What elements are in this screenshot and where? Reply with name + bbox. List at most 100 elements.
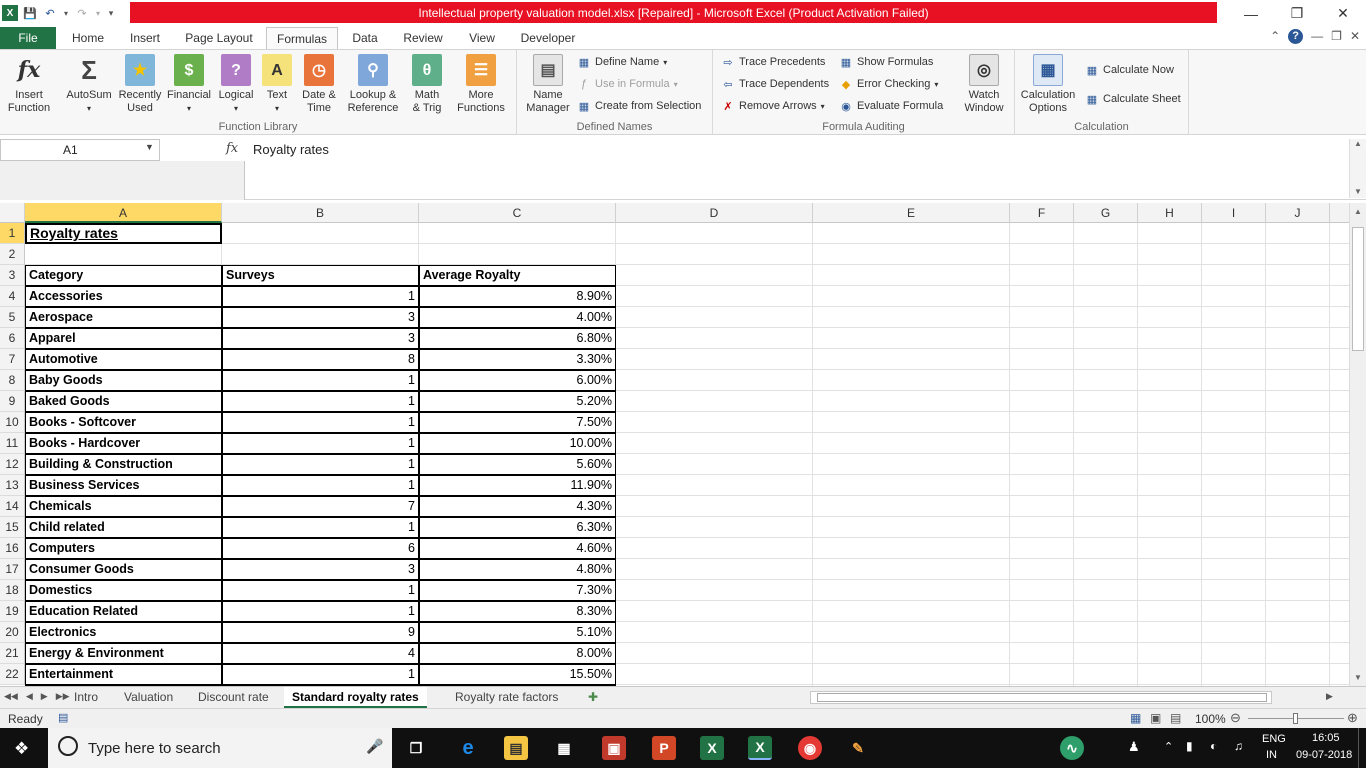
surveys-cell[interactable]: 1 [222,580,419,601]
page-break-view-icon[interactable]: ▤ [1170,711,1181,725]
vertical-scrollbar[interactable]: ▲ ▼ [1349,203,1366,686]
workbook-restore-icon[interactable]: ❐ [1331,29,1342,44]
save-icon[interactable]: 💾 [22,5,38,21]
normal-view-icon[interactable]: ▦ [1130,711,1141,725]
row-header[interactable]: 3 [0,265,25,286]
column-header-b[interactable]: B [222,203,419,223]
excel-logo-icon[interactable]: X [2,5,18,21]
trace-precedents-button[interactable]: ⇨ Trace Precedents [721,55,825,69]
header-category[interactable]: Category [25,265,222,286]
row-header[interactable]: 9 [0,391,25,412]
row-header[interactable]: 19 [0,601,25,622]
category-cell[interactable]: Computers [25,538,222,559]
column-header-h[interactable]: H [1138,203,1202,223]
tab-view[interactable]: View [460,27,504,49]
royalty-cell[interactable]: 7.30% [419,580,616,601]
column-header-j[interactable]: J [1266,203,1330,223]
use-in-formula-button[interactable]: ƒ Use in Formula ▾ [577,77,678,91]
scroll-up-icon[interactable]: ▲ [1350,207,1366,216]
row-header[interactable]: 13 [0,475,25,496]
redo-icon[interactable]: ↷ [74,5,90,21]
column-header-d[interactable]: D [616,203,813,223]
name-box-dropdown-icon[interactable]: ▼ [145,142,154,152]
zoom-out-icon[interactable]: ⊖ [1230,710,1241,726]
date-time-button[interactable]: ◷ Date & Time [298,54,340,115]
sheet-tab-royalty-rate-factors[interactable]: Royalty rate factors [447,687,566,708]
tab-page-layout[interactable]: Page Layout [176,27,262,49]
royalty-cell[interactable]: 5.60% [419,454,616,475]
surveys-cell[interactable]: 1 [222,475,419,496]
royalty-cell[interactable]: 3.30% [419,349,616,370]
column-header-a[interactable]: A [25,203,222,223]
surveys-cell[interactable]: 1 [222,454,419,475]
next-sheet-icon[interactable]: ▶ [41,691,48,702]
paint-icon[interactable]: ✎ [846,736,870,760]
reader-app-icon[interactable]: ▣ [602,736,626,760]
financial-button[interactable]: $ Financial ▾ [166,54,212,115]
category-cell[interactable]: Entertainment [25,664,222,685]
show-formulas-button[interactable]: ▦ Show Formulas [839,55,934,69]
workbook-close-icon[interactable]: ✕ [1350,29,1360,44]
windows-start-icon[interactable]: ❖ [14,739,29,759]
trace-dependents-button[interactable]: ⇦ Trace Dependents [721,77,829,91]
tab-insert[interactable]: Insert [120,27,170,49]
surveys-cell[interactable]: 1 [222,286,419,307]
recently-used-button[interactable]: ★ Recently Used [116,54,164,115]
new-sheet-icon[interactable]: ✚ [588,690,598,704]
surveys-cell[interactable]: 1 [222,664,419,685]
royalty-cell[interactable]: 8.90% [419,286,616,307]
store-icon[interactable]: ▦ [552,736,576,760]
restore-icon[interactable]: ❐ [1274,0,1320,27]
evaluate-formula-button[interactable]: ◉ Evaluate Formula [839,99,943,113]
category-cell[interactable]: Electronics [25,622,222,643]
column-header-g[interactable]: G [1074,203,1138,223]
royalty-cell[interactable]: 6.80% [419,328,616,349]
row-header[interactable]: 7 [0,349,25,370]
define-name-button[interactable]: ▦ Define Name ▾ [577,55,667,69]
sheet-tab-discount-rate[interactable]: Discount rate [190,687,277,708]
zoom-slider-thumb[interactable] [1293,713,1298,724]
scroll-right-icon[interactable]: ▶ [1326,691,1333,702]
clock-date[interactable]: 09-07-2018 [1296,749,1352,761]
category-cell[interactable]: Child related [25,517,222,538]
column-header-f[interactable]: F [1010,203,1074,223]
tab-developer[interactable]: Developer [514,27,582,49]
zoom-level[interactable]: 100% [1195,712,1226,726]
wifi-icon[interactable]: ◐ [1210,739,1217,753]
row-header[interactable]: 20 [0,622,25,643]
battery-icon[interactable]: ▮ [1186,739,1193,753]
formula-expand-down-icon[interactable]: ▼ [1350,187,1366,196]
surveys-cell[interactable]: 1 [222,412,419,433]
sheet-tab-standard-royalty-rates[interactable]: Standard royalty rates [284,687,427,708]
horizontal-scrollbar[interactable] [810,691,1272,704]
tab-review[interactable]: Review [398,27,448,49]
error-checking-button[interactable]: ◆ Error Checking ▾ [839,77,939,91]
taskbar-search-box[interactable]: Type here to search 🎤 [48,728,392,768]
surveys-cell[interactable]: 8 [222,349,419,370]
workbook-minimize-icon[interactable]: — [1311,29,1323,44]
royalty-cell[interactable]: 4.60% [419,538,616,559]
excel-taskbar-icon[interactable]: X [700,736,724,760]
calculation-options-button[interactable]: ▦ Calculation Options [1017,54,1079,115]
row-header[interactable]: 6 [0,328,25,349]
category-cell[interactable]: Chemicals [25,496,222,517]
royalty-cell[interactable]: 4.30% [419,496,616,517]
surveys-cell[interactable]: 9 [222,622,419,643]
surveys-cell[interactable]: 1 [222,433,419,454]
formula-input[interactable]: Royalty rates [245,139,1349,198]
select-all-corner[interactable] [0,203,25,223]
surveys-cell[interactable]: 3 [222,307,419,328]
category-cell[interactable]: Baked Goods [25,391,222,412]
surveys-cell[interactable]: 3 [222,559,419,580]
row-header[interactable]: 11 [0,433,25,454]
tab-file[interactable]: File [0,27,56,49]
microphone-icon[interactable]: 🎤 [366,738,383,755]
royalty-cell[interactable]: 5.20% [419,391,616,412]
row-header[interactable]: 4 [0,286,25,307]
hscroll-thumb[interactable] [817,693,1267,702]
tab-formulas[interactable]: Formulas [266,27,338,49]
zoom-in-icon[interactable]: ⊕ [1347,710,1358,726]
category-cell[interactable]: Apparel [25,328,222,349]
math-trig-button[interactable]: θ Math & Trig [406,54,448,115]
royalty-cell[interactable]: 4.80% [419,559,616,580]
